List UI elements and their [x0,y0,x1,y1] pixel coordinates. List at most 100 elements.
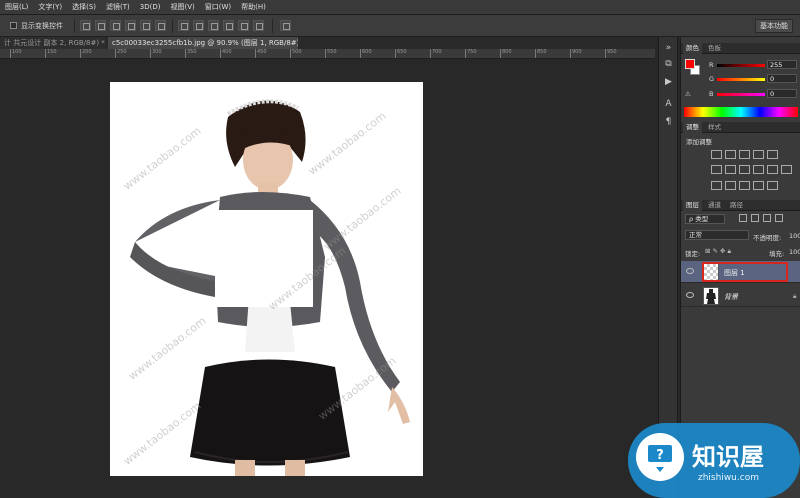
ruler-tick: 850 [535,49,547,58]
align-bottom-icon[interactable] [110,20,121,31]
ruler-tick: 100 [10,49,22,58]
opacity-label: 不透明度: [753,234,782,242]
menu-3d[interactable]: 3D(D) [135,3,166,11]
blend-mode-dropdown[interactable]: 正常 [685,230,749,240]
align-vcenter-icon[interactable] [95,20,106,31]
visibility-eye-icon[interactable] [686,268,694,274]
layer-name[interactable]: 背景 [724,292,738,302]
photo-filter-icon[interactable] [753,165,764,174]
align-right-icon[interactable] [155,20,166,31]
ruler-tick: 450 [255,49,267,58]
auto-align-icon[interactable] [280,20,291,31]
filter-shape-icon[interactable] [775,214,783,222]
distribute-hcenter-icon[interactable] [238,20,249,31]
collapse-icon[interactable]: » [663,43,674,53]
distribute-bottom-icon[interactable] [208,20,219,31]
brand-badge: ? 知识屋 zhishiwu.com [628,423,800,498]
tab-styles[interactable]: 样式 [705,122,724,133]
channel-mixer-icon[interactable] [767,165,778,174]
tab-paths[interactable]: 路径 [727,200,746,211]
channel-g-slider[interactable] [717,78,765,81]
filter-pixel-icon[interactable] [739,214,747,222]
color-lookup-icon[interactable] [781,165,792,174]
menu-window[interactable]: 窗口(W) [200,2,236,12]
layer-filter-dropdown[interactable]: ρ 类型 [685,214,725,224]
history-icon[interactable]: ⧉ [663,59,674,69]
ruler-tick: 400 [220,49,232,58]
menu-type[interactable]: 文字(Y) [33,2,67,12]
horizontal-ruler[interactable]: 100 150 200 250 300 350 400 450 500 550 … [0,49,655,59]
posterize-icon[interactable] [725,181,736,190]
ruler-tick: 950 [605,49,617,58]
menu-help[interactable]: 帮助(H) [236,2,271,12]
levels-icon[interactable] [725,150,736,159]
menu-view[interactable]: 视图(V) [165,2,199,12]
channel-g-label: G [709,75,715,83]
tab-swatches[interactable]: 色板 [705,43,724,54]
threshold-icon[interactable] [739,181,750,190]
tab-channels[interactable]: 通道 [705,200,724,211]
tab-layers[interactable]: 图层 [683,200,702,211]
hue-saturation-icon[interactable] [711,165,722,174]
black-white-icon[interactable] [739,165,750,174]
paragraph-icon[interactable]: ¶ [663,117,674,127]
align-hcenter-icon[interactable] [140,20,151,31]
distribute-right-icon[interactable] [253,20,264,31]
show-transform-checkbox[interactable] [10,22,17,29]
distribute-top-icon[interactable] [178,20,189,31]
brand-url: zhishiwu.com [698,473,759,483]
ruler-tick: 550 [325,49,337,58]
ruler-tick: 150 [45,49,57,58]
distribute-vcenter-icon[interactable] [193,20,204,31]
tab-document-1[interactable]: 计 共元设计 副本 2, RGB/8#) *× [0,37,105,49]
brightness-icon[interactable] [711,150,722,159]
channel-g-value[interactable]: 0 [767,74,797,83]
lock-icons[interactable]: ⊠ ✎ ✥ 🔒︎ [705,247,731,256]
document-canvas[interactable]: www.taobao.com www.taobao.com www.taobao… [110,82,423,476]
align-left-icon[interactable] [125,20,136,31]
align-top-icon[interactable] [80,20,91,31]
fill-value[interactable]: 100 [789,248,800,256]
channel-b-slider[interactable] [717,93,765,96]
tab-document-2[interactable]: c5c00033ec3255cfb1b.jpg @ 90.9% (图层 1, R… [108,37,298,49]
vibrance-icon[interactable] [767,150,778,159]
workspace-button[interactable]: 基本功能 [755,19,793,33]
character-icon[interactable]: A [663,99,674,109]
lock-icon: 🔒︎ [793,292,797,300]
menu-layer[interactable]: 图层(L) [0,2,33,12]
curves-icon[interactable] [739,150,750,159]
visibility-eye-icon[interactable] [686,292,694,298]
foreground-color-swatch-top [685,59,695,69]
tab-label: 计 共元设计 副本 2, RGB/8#) * [4,39,105,47]
channel-r-slider[interactable] [717,64,765,67]
tab-color[interactable]: 颜色 [683,43,702,54]
exposure-icon[interactable] [753,150,764,159]
menu-bar: 图层(L) 文字(Y) 选择(S) 滤镜(T) 3D(D) 视图(V) 窗口(W… [0,0,800,15]
ruler-tick: 350 [185,49,197,58]
thumbnail-figure-icon [706,289,716,304]
distribute-left-icon[interactable] [223,20,234,31]
selective-color-icon[interactable] [767,181,778,190]
opacity-value[interactable]: 100 [789,232,800,240]
lock-label: 锁定: [685,250,701,258]
channel-b-value[interactable]: 0 [767,89,797,98]
fill-label: 填充: [769,250,785,258]
menu-filter[interactable]: 滤镜(T) [101,2,135,12]
layer-thumbnail [703,287,719,305]
filter-adjust-icon[interactable] [751,214,759,222]
menu-select[interactable]: 选择(S) [67,2,101,12]
ruler-tick: 250 [115,49,127,58]
ruler-tick: 700 [430,49,442,58]
color-balance-icon[interactable] [725,165,736,174]
channel-b-label: B [709,90,714,98]
layer-row-background[interactable]: 背景 🔒︎ [681,285,800,307]
brand-name: 知识屋 [692,443,764,471]
gradient-map-icon[interactable] [753,181,764,190]
channel-r-value[interactable]: 255 [767,60,797,69]
color-spectrum-bar[interactable] [684,107,798,117]
tab-adjustments[interactable]: 调整 [683,122,702,133]
invert-icon[interactable] [711,181,722,190]
filter-type-icon[interactable] [763,214,771,222]
actions-icon[interactable]: ▶ [663,77,674,87]
options-divider [74,19,75,33]
